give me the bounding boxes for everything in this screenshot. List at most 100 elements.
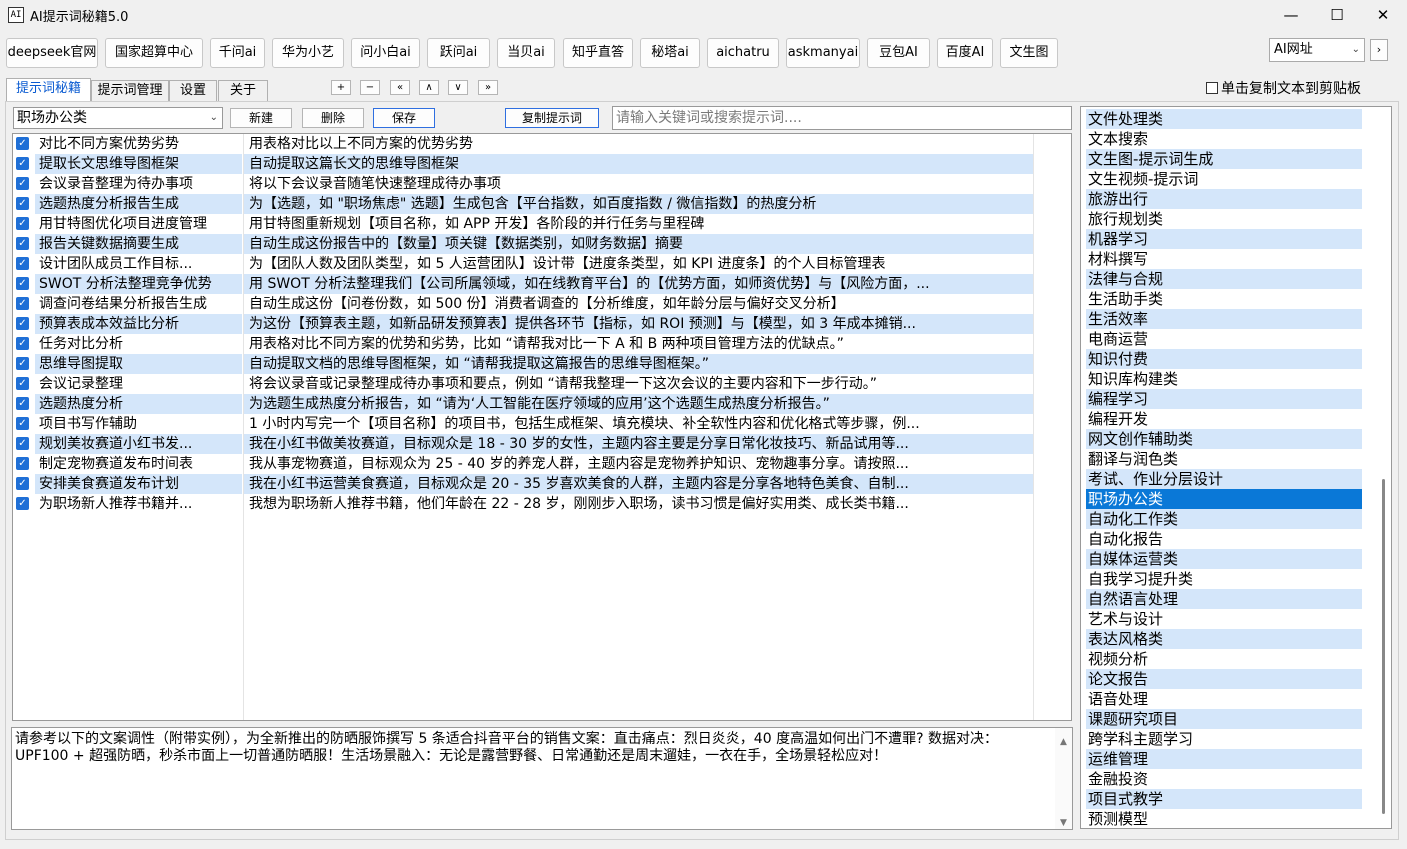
checkbox-checked-icon[interactable]: ✓: [16, 317, 29, 330]
checkbox-checked-icon[interactable]: ✓: [16, 237, 29, 250]
category-item[interactable]: 文生图-提示词生成: [1086, 149, 1362, 169]
category-item[interactable]: 自然语言处理: [1086, 589, 1362, 609]
category-list[interactable]: 文件处理类 文本搜索 文生图-提示词生成 文生视频-提示词 旅游出行 旅行规划类 机器学习材…: [1080, 106, 1392, 829]
site-button-text-to-image[interactable]: 文生图: [1000, 38, 1058, 68]
tab-prompt-book[interactable]: 提示词秘籍: [6, 78, 91, 101]
save-button[interactable]: 保存: [373, 108, 435, 128]
copy-prompt-button[interactable]: 复制提示词: [505, 108, 599, 128]
category-item[interactable]: 自媒体运营类: [1086, 549, 1362, 569]
category-item[interactable]: 法律与合规: [1086, 269, 1362, 289]
category-item[interactable]: 金融投资: [1086, 769, 1362, 789]
site-button-mita[interactable]: 秘塔ai: [640, 38, 700, 68]
search-input[interactable]: 请输入关键词或搜索提示词....: [612, 106, 1072, 130]
table-row[interactable]: ✓ 报告关键数据摘要生成 自动生成这份报告中的【数量】项关键【数据类别，如财务数据】…: [13, 234, 1071, 254]
category-item[interactable]: 预测模型: [1086, 809, 1362, 828]
add-small-button[interactable]: +: [331, 80, 351, 95]
table-row[interactable]: ✓ 制定宠物赛道发布时间表 我从事宠物赛道，目标观众为 25 - 40 岁的养宠人群…: [13, 454, 1071, 474]
move-bottom-button[interactable]: »: [478, 80, 498, 95]
tab-settings[interactable]: 设置: [169, 80, 217, 101]
site-button-supercomputing[interactable]: 国家超算中心: [105, 38, 203, 68]
table-row[interactable]: ✓ 会议录音整理为待办事项 将以下会议录音随笔快速整理成待办事项: [13, 174, 1071, 194]
site-button-aichatru[interactable]: aichatru: [707, 38, 779, 68]
site-button-dangbei[interactable]: 当贝ai: [497, 38, 555, 68]
category-item[interactable]: 编程学习: [1086, 389, 1362, 409]
table-row[interactable]: ✓ 调查问卷结果分析报告生成 自动生成这份【问卷份数，如 500 份】消费者调查的【…: [13, 294, 1071, 314]
category-scrollbar[interactable]: [1382, 479, 1385, 814]
category-item[interactable]: 表达风格类: [1086, 629, 1362, 649]
checkbox-checked-icon[interactable]: ✓: [16, 477, 29, 490]
table-row[interactable]: ✓ 任务对比分析 用表格对比不同方案的优势和劣势，比如 “请帮我对比一下 A 和 B…: [13, 334, 1071, 354]
checkbox-checked-icon[interactable]: ✓: [16, 377, 29, 390]
checkbox-checked-icon[interactable]: ✓: [16, 257, 29, 270]
category-item[interactable]: 知识付费: [1086, 349, 1362, 369]
new-button[interactable]: 新建: [230, 108, 292, 128]
category-item[interactable]: 论文报告: [1086, 669, 1362, 689]
table-row[interactable]: ✓ 用甘特图优化项目进度管理 用甘特图重新规划【项目名称，如 APP 开发】各阶段的…: [13, 214, 1071, 234]
close-button[interactable]: ✕: [1360, 0, 1406, 30]
checkbox-checked-icon[interactable]: ✓: [16, 337, 29, 350]
tab-about[interactable]: 关于: [218, 80, 268, 101]
table-row[interactable]: ✓ 会议记录整理 将会议录音或记录整理成待办事项和要点，例如 “请帮我整理一下这次会…: [13, 374, 1071, 394]
category-item[interactable]: 自动化工作类: [1086, 509, 1362, 529]
category-item[interactable]: 生活效率: [1086, 309, 1362, 329]
site-button-deepseek[interactable]: deepseek官网: [6, 38, 98, 68]
table-row[interactable]: ✓ 预算表成本效益比分析 为这份【预算表主题，如新品研发预算表】提供各环节【指标，如…: [13, 314, 1071, 334]
site-button-qianwen[interactable]: 千问ai: [210, 38, 265, 68]
category-item[interactable]: 材料撰写: [1086, 249, 1362, 269]
table-row[interactable]: ✓ 选题热度分析报告生成 为【选题，如 "职场焦虑" 选题】生成包含【平台指数，如百…: [13, 194, 1071, 214]
table-row[interactable]: ✓ 思维导图提取 自动提取文档的思维导图框架，如 “请帮我提取这篇报告的思维导图框架…: [13, 354, 1071, 374]
site-next-button[interactable]: ›: [1370, 39, 1388, 61]
category-item[interactable]: 电商运营: [1086, 329, 1362, 349]
textarea-scrollbar[interactable]: ▲ ▼: [1055, 728, 1072, 829]
category-item[interactable]: 网文创作辅助类: [1086, 429, 1362, 449]
remove-small-button[interactable]: −: [360, 80, 380, 95]
move-down-button[interactable]: ∨: [448, 80, 468, 95]
site-button-huawei-xiaoyi[interactable]: 华为小艺: [272, 38, 344, 68]
category-item[interactable]: 机器学习: [1086, 229, 1362, 249]
site-button-doubao[interactable]: 豆包AI: [867, 38, 930, 68]
site-select[interactable]: AI网址 ⌄: [1269, 38, 1365, 62]
category-item[interactable]: 运维管理: [1086, 749, 1362, 769]
category-item[interactable]: 生活助手类: [1086, 289, 1362, 309]
category-item[interactable]: 文件处理类: [1086, 109, 1362, 129]
category-item[interactable]: 项目式教学: [1086, 789, 1362, 809]
category-item[interactable]: 文生视频-提示词: [1086, 169, 1362, 189]
tab-prompt-manage[interactable]: 提示词管理: [91, 80, 169, 101]
checkbox-checked-icon[interactable]: ✓: [16, 417, 29, 430]
site-button-wenxiaobai[interactable]: 问小白ai: [351, 38, 420, 68]
delete-button[interactable]: 删除: [302, 108, 364, 128]
site-button-yuewen[interactable]: 跃问ai: [427, 38, 490, 68]
category-item[interactable]: 课题研究项目: [1086, 709, 1362, 729]
checkbox-checked-icon[interactable]: ✓: [16, 177, 29, 190]
checkbox-checked-icon[interactable]: ✓: [16, 357, 29, 370]
maximize-button[interactable]: ☐: [1314, 0, 1360, 30]
move-up-button[interactable]: ∧: [419, 80, 439, 95]
table-row[interactable]: ✓ 选题热度分析 为选题生成热度分析报告，如 “请为‘人工智能在医疗领域的应用’这个…: [13, 394, 1071, 414]
category-item[interactable]: 艺术与设计: [1086, 609, 1362, 629]
checkbox-checked-icon[interactable]: ✓: [16, 157, 29, 170]
checkbox-checked-icon[interactable]: ✓: [16, 397, 29, 410]
category-item[interactable]: 自动化报告: [1086, 529, 1362, 549]
table-row[interactable]: ✓ 安排美食赛道发布计划 我在小红书运营美食赛道，目标观众是 20 - 35 岁喜欢…: [13, 474, 1071, 494]
category-item[interactable]: 文本搜索: [1086, 129, 1362, 149]
checkbox-checked-icon[interactable]: ✓: [16, 277, 29, 290]
table-row[interactable]: ✓ 为职场新人推荐书籍并... 我想为职场新人推荐书籍，他们年龄在 22 - 28 …: [13, 494, 1071, 514]
prompt-content-textarea[interactable]: 请参考以下的文案调性（附带实例），为全新推出的防晒服饰撰写 5 条适合抖音平台的…: [11, 727, 1073, 830]
category-item[interactable]: 自我学习提升类: [1086, 569, 1362, 589]
table-row[interactable]: ✓ 项目书写作辅助 1 小时内写完一个【项目名称】的项目书，包括生成框架、填充模块、…: [13, 414, 1071, 434]
scroll-up-icon[interactable]: ▲: [1055, 734, 1072, 751]
category-item[interactable]: 翻译与润色类: [1086, 449, 1362, 469]
category-item[interactable]: 跨学科主题学习: [1086, 729, 1362, 749]
copy-to-clipboard-checkbox[interactable]: 单击复制文本到剪贴板: [1206, 78, 1361, 98]
site-button-baidu[interactable]: 百度AI: [937, 38, 993, 68]
category-item[interactable]: 旅行规划类: [1086, 209, 1362, 229]
table-row[interactable]: ✓ 对比不同方案优势劣势 用表格对比以上不同方案的优势劣势: [13, 134, 1071, 154]
table-row[interactable]: ✓ SWOT 分析法整理竞争优势用 SWOT 分析法整理我们【公司所属领域，如在线…: [13, 274, 1071, 294]
checkbox-checked-icon[interactable]: ✓: [16, 217, 29, 230]
checkbox-checked-icon[interactable]: ✓: [16, 297, 29, 310]
checkbox-checked-icon[interactable]: ✓: [16, 457, 29, 470]
checkbox-checked-icon[interactable]: ✓: [16, 497, 29, 510]
scroll-down-icon[interactable]: ▼: [1055, 815, 1072, 829]
category-item[interactable]: 语音处理: [1086, 689, 1362, 709]
category-item[interactable]: 知识库构建类: [1086, 369, 1362, 389]
